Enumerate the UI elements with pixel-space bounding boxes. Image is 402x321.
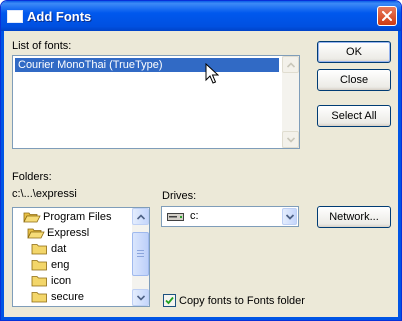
selected-drive: c: bbox=[190, 210, 199, 222]
grip-line bbox=[137, 253, 144, 254]
tree-item-label: secure bbox=[51, 291, 85, 303]
close-window-button[interactable] bbox=[377, 6, 397, 26]
folders-tree[interactable]: Program Files Expressl dat eng icon secu… bbox=[12, 207, 150, 307]
open-folder-icon bbox=[27, 228, 45, 239]
open-folder-icon bbox=[23, 212, 41, 223]
folder-icon bbox=[31, 260, 47, 271]
fonts-listbox[interactable]: Courier MonoThai (TrueType) bbox=[12, 55, 300, 149]
folder-icon bbox=[31, 244, 47, 255]
scroll-thumb[interactable] bbox=[132, 232, 149, 276]
tree-item-label: eng bbox=[51, 259, 70, 271]
select-all-button[interactable]: Select All bbox=[317, 105, 391, 127]
scroll-up-button[interactable] bbox=[132, 208, 149, 225]
right-frame bbox=[398, 31, 401, 320]
ok-button[interactable]: OK bbox=[317, 41, 391, 63]
mouse-pointer-icon bbox=[205, 63, 219, 84]
scroll-down-button[interactable] bbox=[282, 131, 299, 148]
chevron-down-icon bbox=[137, 295, 145, 301]
title-bar[interactable]: Add Fonts bbox=[1, 1, 401, 31]
left-frame bbox=[1, 31, 4, 320]
chevron-down-icon bbox=[286, 214, 294, 220]
close-button[interactable]: Close bbox=[317, 69, 391, 91]
grip-line bbox=[137, 256, 144, 257]
tree-item-label: Expressl bbox=[47, 227, 90, 239]
chevron-up-icon bbox=[287, 62, 295, 68]
tree-item-label: icon bbox=[51, 275, 72, 287]
scroll-up-button[interactable] bbox=[282, 56, 299, 73]
folders-label: Folders: bbox=[12, 171, 52, 183]
window-icon bbox=[7, 10, 23, 23]
fonts-scrollbar[interactable] bbox=[282, 56, 299, 148]
copy-fonts-checkbox[interactable] bbox=[163, 294, 176, 307]
scroll-down-button[interactable] bbox=[132, 289, 149, 306]
checkmark-icon bbox=[165, 296, 174, 305]
copy-fonts-label[interactable]: Copy fonts to Fonts folder bbox=[179, 295, 305, 307]
chevron-up-icon bbox=[137, 214, 145, 220]
chevron-down-icon bbox=[287, 137, 295, 143]
drives-label: Drives: bbox=[162, 190, 197, 202]
dropdown-button[interactable] bbox=[282, 208, 297, 225]
bottom-frame bbox=[1, 317, 401, 320]
folder-icon bbox=[31, 292, 47, 303]
current-folder-path: c:\...\expressi bbox=[12, 188, 77, 200]
close-icon bbox=[382, 11, 392, 21]
folders-scrollbar[interactable] bbox=[132, 208, 149, 306]
list-of-fonts-label: List of fonts: bbox=[12, 40, 72, 52]
drive-icon bbox=[167, 213, 184, 221]
window-title: Add Fonts bbox=[27, 9, 92, 24]
add-fonts-dialog: Add Fonts List of fonts: Courier MonoTha… bbox=[0, 0, 402, 321]
folder-icon bbox=[31, 276, 47, 287]
tree-item-label: dat bbox=[51, 243, 67, 255]
drives-dropdown[interactable]: c: bbox=[161, 206, 299, 227]
list-item[interactable]: Courier MonoThai (TrueType) bbox=[15, 58, 279, 72]
network-button[interactable]: Network... bbox=[317, 206, 391, 228]
tree-item-label: Program Files bbox=[43, 211, 112, 223]
grip-line bbox=[137, 250, 144, 251]
